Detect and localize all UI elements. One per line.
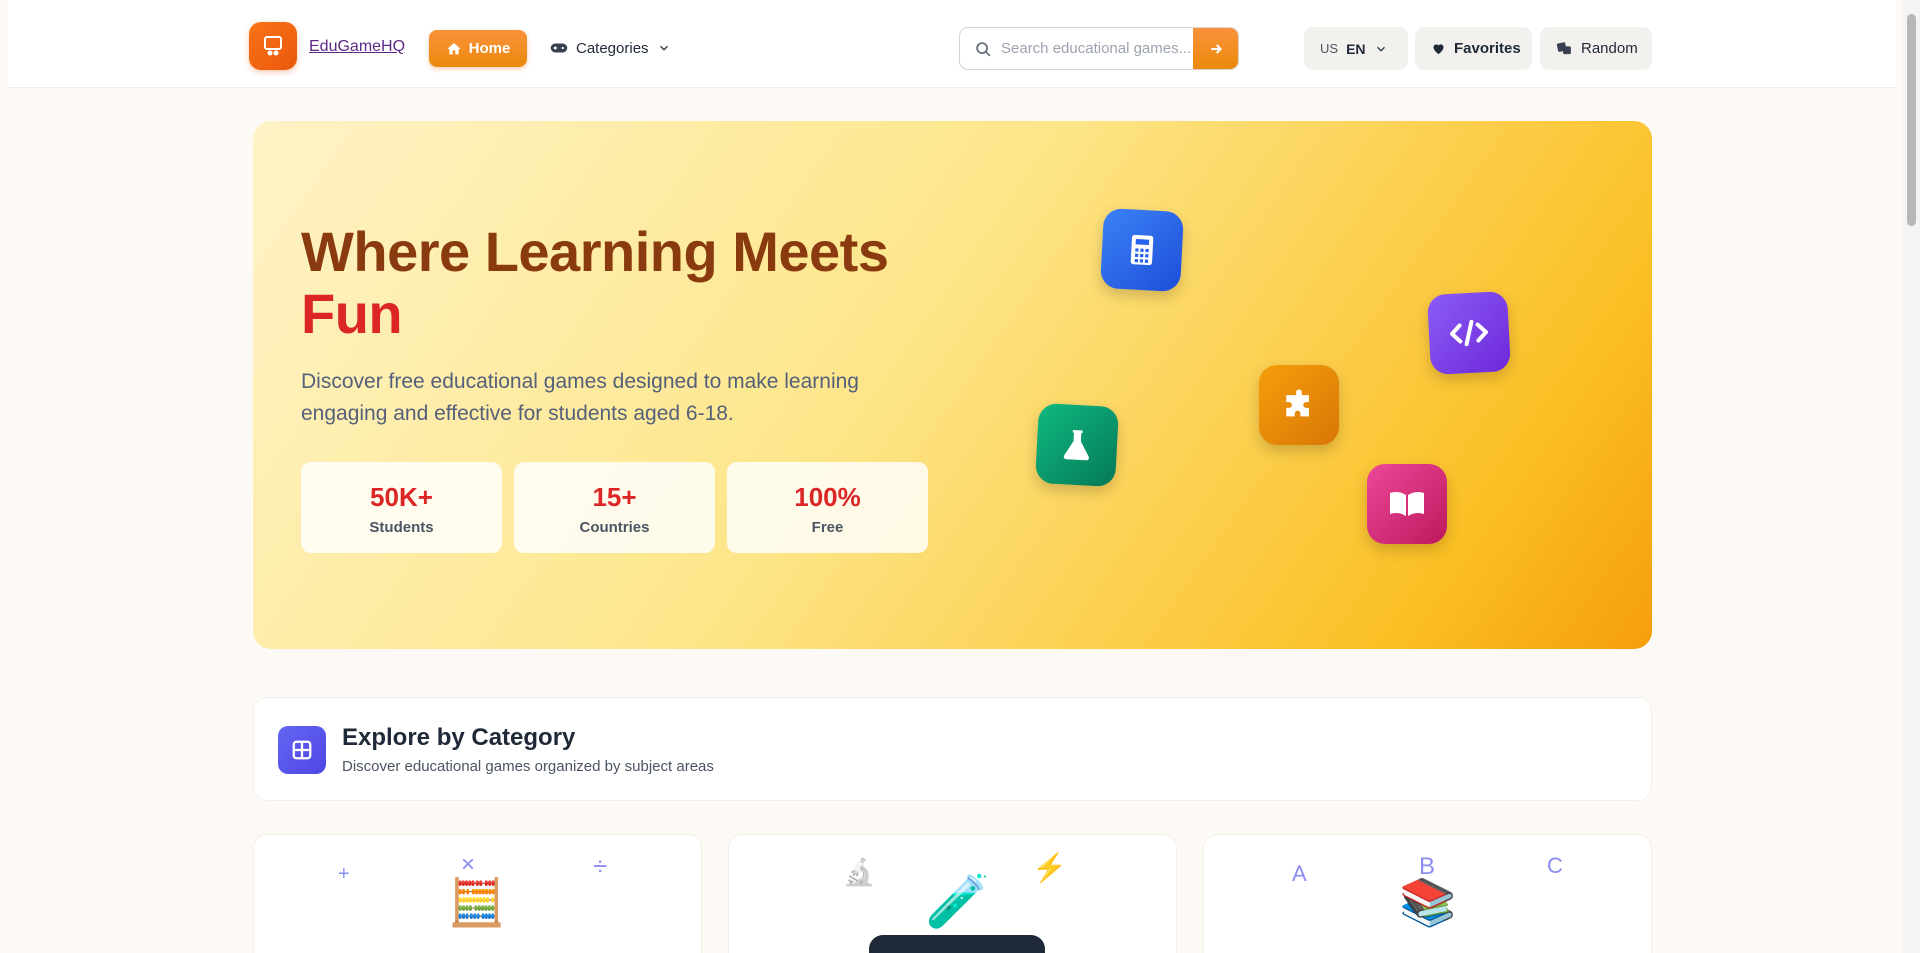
hero-title-highlight: Fun xyxy=(301,282,403,345)
site-logo-link[interactable]: EduGameHQ xyxy=(309,38,405,56)
home-button-label: Home xyxy=(468,40,511,57)
stat-value: 100% xyxy=(794,482,861,512)
test-tube-icon: 🧪 xyxy=(925,873,990,931)
book-tile xyxy=(1367,464,1447,544)
logo-icon[interactable] xyxy=(249,22,297,70)
scrollbar-thumb[interactable] xyxy=(1907,14,1916,226)
flask-tile xyxy=(1034,402,1120,488)
stat-label: Free xyxy=(811,519,844,536)
hero-title-line1: Where Learning Meets xyxy=(301,220,889,283)
stat-label: Students xyxy=(369,519,434,536)
code-tile xyxy=(1426,290,1512,376)
calculator-icon xyxy=(1130,234,1154,266)
language-label: EN xyxy=(1346,40,1366,57)
code-icon xyxy=(1450,319,1488,347)
calculator-tile xyxy=(1099,207,1185,293)
puzzle-icon xyxy=(1286,389,1309,417)
language-code: US xyxy=(1320,41,1339,56)
favorites-button[interactable]: Favorites xyxy=(1415,27,1532,70)
search-bar xyxy=(959,27,1239,70)
random-label: Random xyxy=(1581,40,1638,57)
stat-label: Countries xyxy=(579,519,650,536)
divide-symbol: ÷ xyxy=(593,851,608,881)
letter-a-symbol: A xyxy=(1292,861,1307,886)
letter-c-symbol: C xyxy=(1547,853,1563,878)
plus-symbol: + xyxy=(338,863,350,885)
stat-card-countries: 15+ Countries xyxy=(514,462,715,553)
flask-icon xyxy=(1063,429,1089,461)
gamepad-icon xyxy=(550,43,568,53)
hero-title: Where Learning Meets Fun xyxy=(301,221,1001,345)
hero-subtitle: Discover free educational games designed… xyxy=(301,370,859,425)
home-button[interactable]: Home xyxy=(429,30,527,67)
favorites-label: Favorites xyxy=(1454,40,1521,57)
dice-icon xyxy=(1556,42,1571,55)
book-icon xyxy=(1390,491,1424,516)
card-overlay-bar xyxy=(869,935,1045,953)
categories-dropdown[interactable]: Categories xyxy=(550,36,671,60)
explore-category-header: Explore by Category Discover educational… xyxy=(253,697,1652,801)
hero-section: Where Learning Meets Fun Discover free e… xyxy=(253,121,1652,649)
category-card-math[interactable]: + × ÷ 🧮 xyxy=(253,834,702,953)
search-input[interactable] xyxy=(1001,28,1201,69)
stat-card-free: 100% Free xyxy=(727,462,928,553)
category-card-science[interactable]: 🔬 ⚡ 🧪 xyxy=(728,834,1177,953)
home-icon xyxy=(446,42,461,54)
search-icon xyxy=(976,42,991,57)
books-icon: 📚 xyxy=(1399,876,1457,928)
grid-icon xyxy=(278,726,326,774)
page-scrollbar[interactable] xyxy=(1903,0,1920,953)
abacus-icon: 🧮 xyxy=(448,876,506,928)
stat-value: 15+ xyxy=(592,482,637,512)
puzzle-tile xyxy=(1259,365,1339,445)
arrow-right-icon xyxy=(1210,43,1222,54)
lightning-icon: ⚡ xyxy=(1032,852,1067,883)
stat-card-students: 50K+ Students xyxy=(301,462,502,553)
search-submit-button[interactable] xyxy=(1193,28,1238,69)
explore-subtitle: Discover educational games organized by … xyxy=(342,758,714,775)
stat-value: 50K+ xyxy=(370,482,433,512)
heart-icon xyxy=(1433,44,1444,55)
explore-title: Explore by Category xyxy=(342,724,576,751)
chevron-down-icon xyxy=(659,45,668,51)
chevron-down-icon xyxy=(1376,46,1385,52)
language-selector[interactable]: US EN xyxy=(1304,27,1408,70)
categories-label: Categories xyxy=(576,39,649,57)
category-card-language[interactable]: A B C 📚 xyxy=(1203,834,1652,953)
random-button[interactable]: Random xyxy=(1540,27,1652,70)
microscope-icon: 🔬 xyxy=(843,857,876,887)
